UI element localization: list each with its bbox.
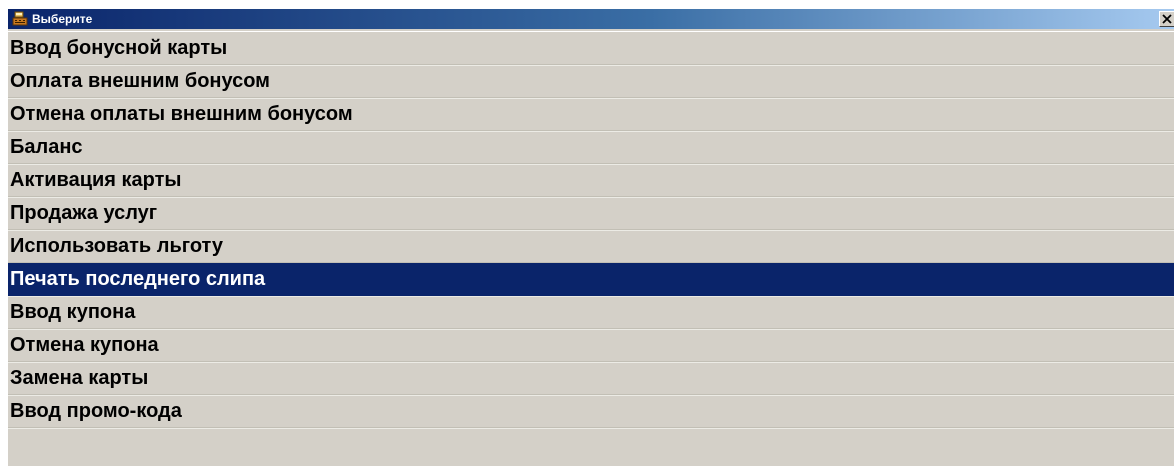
select-dialog: Выберите Ввод бонусной карты Оплата внеш… bbox=[6, 9, 1174, 466]
list-item[interactable]: Ввод купона bbox=[8, 296, 1174, 329]
list-item[interactable]: Продажа услуг bbox=[8, 197, 1174, 230]
title-bar[interactable]: Выберите bbox=[8, 9, 1174, 29]
option-list[interactable]: Ввод бонусной карты Оплата внешним бонус… bbox=[8, 31, 1174, 466]
list-item[interactable]: Активация карты bbox=[8, 164, 1174, 197]
list-item[interactable]: Ввод бонусной карты bbox=[8, 32, 1174, 65]
list-item[interactable]: Отмена купона bbox=[8, 329, 1174, 362]
list-item[interactable]: Баланс bbox=[8, 131, 1174, 164]
window-title: Выберите bbox=[32, 12, 93, 26]
list-item[interactable]: Отмена оплаты внешним бонусом bbox=[8, 98, 1174, 131]
close-icon bbox=[1162, 14, 1172, 24]
list-item[interactable]: Использовать льготу bbox=[8, 230, 1174, 263]
close-button[interactable] bbox=[1159, 11, 1174, 27]
list-item[interactable]: Ввод промо-кода bbox=[8, 395, 1174, 428]
list-item[interactable]: Оплата внешним бонусом bbox=[8, 65, 1174, 98]
list-item[interactable]: Замена карты bbox=[8, 362, 1174, 395]
register-icon bbox=[12, 11, 28, 27]
list-item-selected[interactable]: Печать последнего слипа bbox=[8, 263, 1174, 296]
